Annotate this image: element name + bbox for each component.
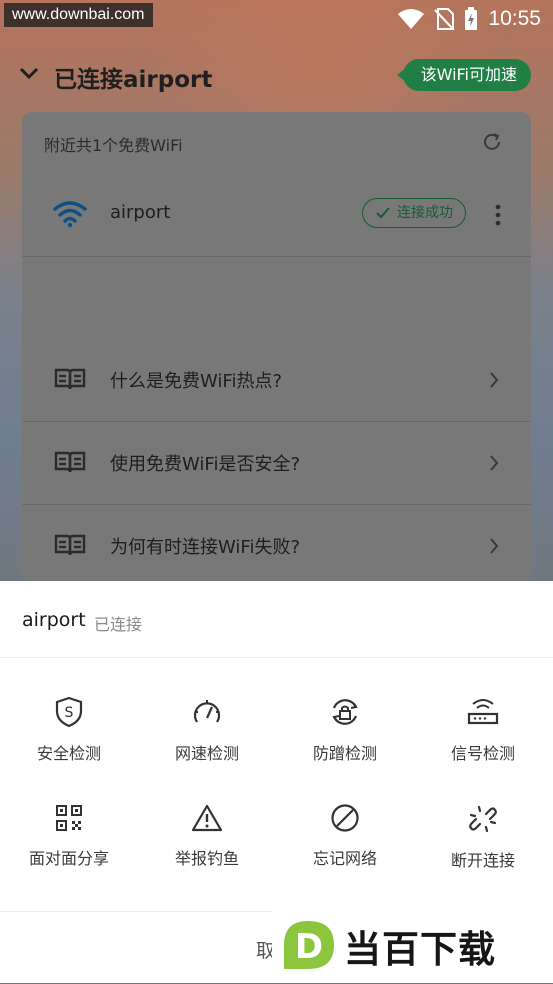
qr-code-icon xyxy=(0,803,138,833)
shield-s-icon: S xyxy=(0,696,138,728)
no-sim-icon xyxy=(434,8,455,30)
refresh-icon[interactable] xyxy=(481,131,503,157)
action-label: 举报钓鱼 xyxy=(174,849,239,868)
sheet-network-name: airport xyxy=(22,609,86,631)
faq-question: 什么是免费WiFi热点? xyxy=(110,371,283,392)
wifi-network-row[interactable]: airport 连接成功 xyxy=(22,174,531,257)
brand-logo-letter: D xyxy=(295,927,323,967)
connected-badge-label: 连接成功 xyxy=(397,205,453,221)
wifi-icon xyxy=(52,200,88,232)
sheet-header: airport 已连接 xyxy=(0,581,553,658)
faq-item[interactable]: 使用免费WiFi是否安全? xyxy=(22,422,531,505)
faq-question: 使用免费WiFi是否安全? xyxy=(110,454,301,475)
action-face-to-face-share[interactable]: 面对面分享 xyxy=(0,803,138,903)
warning-icon xyxy=(138,803,276,833)
action-label: 面对面分享 xyxy=(28,849,109,868)
action-label: 防蹭检测 xyxy=(312,744,377,763)
svg-text:S: S xyxy=(65,705,74,721)
accelerate-badge[interactable]: 该WiFi可加速 xyxy=(396,59,531,91)
action-report-phishing[interactable]: 举报钓鱼 xyxy=(138,803,276,903)
chevron-right-icon xyxy=(489,371,499,393)
lock-refresh-icon xyxy=(276,696,414,728)
broken-link-icon xyxy=(414,803,552,835)
clock: 10:55 xyxy=(488,7,541,30)
faq-question: 为何有时连接WiFi失败? xyxy=(110,537,301,558)
nearby-count-text: 附近共1个免费WiFi xyxy=(44,136,183,155)
connected-badge: 连接成功 xyxy=(362,198,466,228)
header: 已连接airport 该WiFi可加速 xyxy=(0,52,553,98)
sheet-network-state: 已连接 xyxy=(94,615,143,634)
forbidden-icon xyxy=(276,803,414,833)
brand-logo: D xyxy=(278,915,340,979)
page-title: 已连接airport xyxy=(54,67,213,93)
action-label: 网速检测 xyxy=(174,744,239,763)
brand-watermark: D 当百下载 xyxy=(272,907,553,983)
status-bar: 10:55 xyxy=(398,0,541,38)
book-icon xyxy=(54,533,86,561)
brand-text: 当百下载 xyxy=(344,928,496,971)
faq-item[interactable]: 什么是免费WiFi热点? xyxy=(22,339,531,422)
action-forget-network[interactable]: 忘记网络 xyxy=(276,803,414,903)
site-watermark: www.downbai.com xyxy=(4,3,153,27)
book-icon xyxy=(54,450,86,478)
action-label: 安全检测 xyxy=(36,744,101,763)
chevron-right-icon xyxy=(489,454,499,476)
chevron-right-icon xyxy=(489,537,499,559)
book-icon xyxy=(54,367,86,395)
action-disconnect[interactable]: 断开连接 xyxy=(414,803,552,903)
action-speed-test[interactable]: 网速检测 xyxy=(138,696,276,796)
chevron-down-icon[interactable] xyxy=(18,64,40,88)
battery-charging-icon xyxy=(464,7,478,31)
more-options-icon[interactable] xyxy=(495,204,501,230)
action-label: 断开连接 xyxy=(450,851,515,870)
faq-item[interactable]: 为何有时连接WiFi失败? xyxy=(22,505,531,587)
wifi-signal-icon xyxy=(398,8,425,30)
network-ssid: airport xyxy=(110,202,171,223)
action-anti-leech[interactable]: 防蹭检测 xyxy=(276,696,414,796)
action-label: 信号检测 xyxy=(450,744,515,763)
wifi-card: 附近共1个免费WiFi airport 连接成功 什么是免费WiFi热点? 使用… xyxy=(22,112,531,582)
action-security-check[interactable]: S 安全检测 xyxy=(0,696,138,796)
action-grid: S 安全检测 网速检测 防蹭检测 信号检测 面对面分享 举报钓鱼 忘记网络 断开… xyxy=(0,658,553,908)
speedometer-icon xyxy=(138,696,276,728)
action-label: 忘记网络 xyxy=(312,849,377,868)
router-signal-icon xyxy=(414,696,552,728)
action-signal-check[interactable]: 信号检测 xyxy=(414,696,552,796)
